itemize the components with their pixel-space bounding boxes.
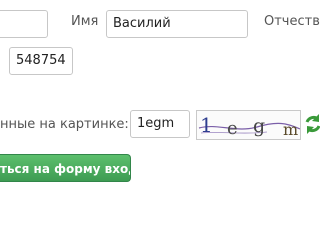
- captcha-char: 1: [200, 113, 213, 137]
- patronymic-label: Отчество: [264, 14, 320, 29]
- captcha-label: нные на картинке:: [0, 117, 129, 132]
- captcha-char: m: [283, 120, 298, 139]
- name-field[interactable]: Василий: [106, 10, 248, 38]
- captcha-char: e: [227, 118, 238, 139]
- name-label: Имя: [71, 14, 99, 29]
- captcha-char: g: [253, 115, 265, 137]
- code-field[interactable]: 548754: [9, 47, 73, 75]
- captcha-image: 1 e g m: [196, 110, 301, 140]
- first-field[interactable]: [0, 10, 48, 38]
- captcha-graphic: 1 e g m: [198, 113, 300, 139]
- captcha-input[interactable]: 1egm: [130, 110, 190, 138]
- go-to-login-form-button[interactable]: ться на форму входа: [0, 154, 131, 182]
- refresh-arrows-icon[interactable]: [304, 113, 320, 135]
